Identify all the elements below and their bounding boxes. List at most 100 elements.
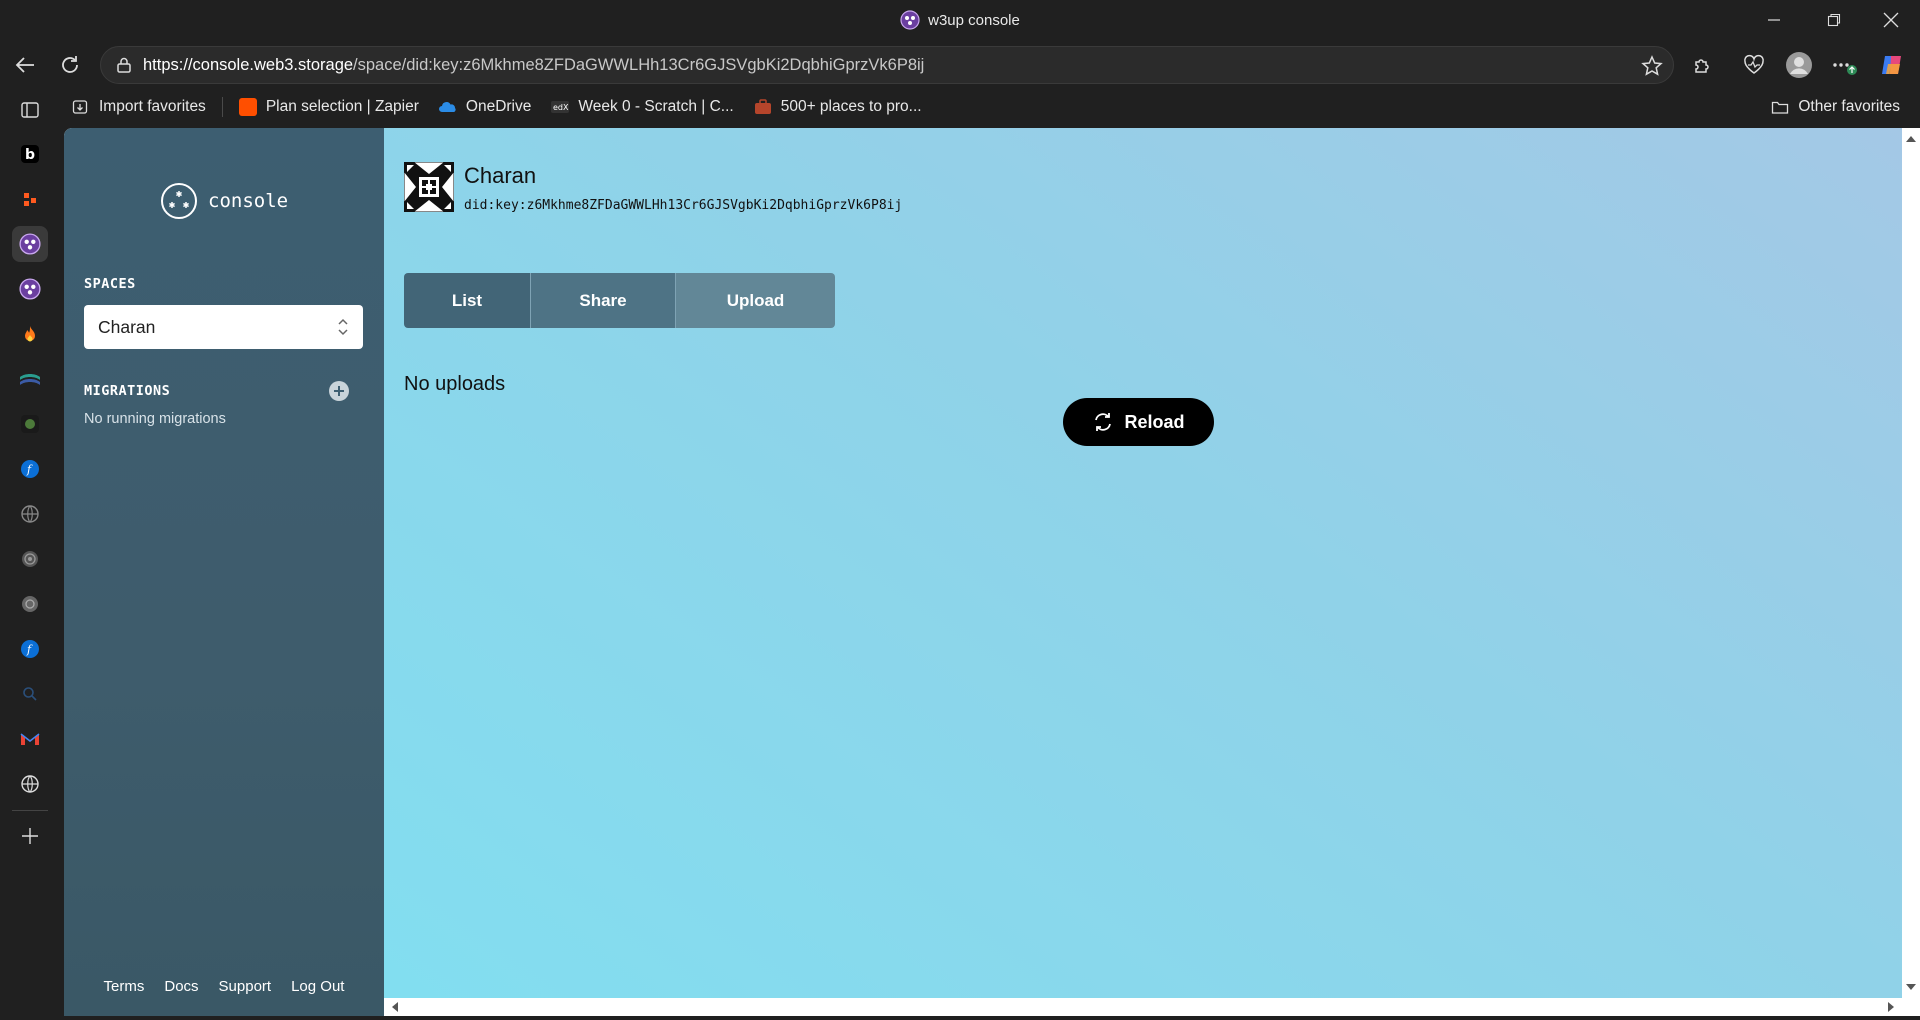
main-content: Charan did:key:z6Mkhme8ZFDaGWWLHh13Cr6GJ… [384, 128, 1920, 998]
sidebar-app-filecoin-2[interactable]: f [12, 631, 48, 667]
minimize-icon [1768, 19, 1780, 21]
sidebar-app-orange[interactable] [12, 181, 48, 217]
more-dots-icon [1833, 63, 1857, 75]
heart-pulse-icon [1744, 54, 1764, 74]
svg-text:b: b [25, 147, 35, 163]
globe-icon [21, 505, 39, 523]
horizontal-scrollbar[interactable] [384, 998, 1920, 1016]
vertical-scrollbar[interactable] [1902, 128, 1920, 998]
favorites-separator [221, 97, 223, 117]
page-viewport: console SPACES Charan MIGRATIONS No runn… [64, 128, 1920, 1016]
tab-list[interactable]: List [404, 273, 531, 328]
docs-link[interactable]: Docs [154, 978, 208, 995]
back-button[interactable] [7, 47, 43, 83]
favorite-label: Week 0 - Scratch | C... [578, 98, 734, 115]
terms-link[interactable]: Terms [94, 978, 155, 995]
close-window-button[interactable] [1868, 0, 1914, 40]
favorite-onedrive[interactable]: OneDrive [429, 92, 541, 122]
sidebar-app-bing[interactable]: b [12, 136, 48, 172]
filecoin-icon: f [21, 640, 39, 658]
refresh-icon [1095, 413, 1112, 431]
sidebar-app-compass[interactable] [12, 586, 48, 622]
sidebar-app-fire[interactable] [12, 316, 48, 352]
profile-button[interactable] [1781, 47, 1817, 83]
add-sidebar-app-button[interactable] [12, 818, 48, 854]
sidebar-app-filecoin[interactable]: f [12, 451, 48, 487]
scroll-down-arrow-icon[interactable] [1902, 978, 1920, 996]
compass-icon [22, 596, 38, 612]
tab-upload[interactable]: Upload [676, 273, 835, 328]
sidebar-footer: Terms Docs Support Log Out [64, 978, 384, 995]
reload-button[interactable]: Reload [1063, 398, 1214, 446]
svg-text:edX: edX [553, 103, 569, 112]
favorite-edx[interactable]: edX Week 0 - Scratch | C... [541, 92, 743, 122]
space-tabs: List Share Upload [404, 273, 835, 328]
scroll-right-arrow-icon[interactable] [1882, 998, 1900, 1016]
other-favorites[interactable]: Other favorites [1761, 92, 1910, 122]
scroll-left-arrow-icon[interactable] [386, 998, 404, 1016]
sidebar-app-search[interactable] [12, 676, 48, 712]
logout-link[interactable]: Log Out [281, 978, 354, 995]
sidebar-app-web[interactable] [12, 766, 48, 802]
extensions-button[interactable] [1685, 47, 1721, 83]
space-avatar [404, 162, 454, 212]
gmail-icon [20, 733, 40, 745]
refresh-button[interactable] [52, 47, 88, 83]
restore-icon [1827, 13, 1841, 27]
support-link[interactable]: Support [209, 978, 282, 995]
tabs-icon [21, 102, 39, 118]
scroll-up-arrow-icon[interactable] [1902, 130, 1920, 148]
other-favorites-label: Other favorites [1798, 98, 1900, 115]
target-icon [22, 551, 38, 567]
sidebar-app-waves[interactable] [12, 361, 48, 397]
zapier-icon [238, 98, 257, 116]
no-migrations-text: No running migrations [84, 411, 226, 427]
tab-share[interactable]: Share [531, 273, 676, 328]
empty-state-text: No uploads [404, 373, 506, 395]
lock-icon[interactable] [115, 56, 133, 74]
favorite-places[interactable]: 500+ places to pro... [744, 92, 932, 122]
url-text[interactable]: https://console.web3.storage/space/did:k… [143, 56, 924, 75]
tab-actions-button[interactable] [12, 92, 48, 128]
browser-sidebar: b f f [0, 92, 60, 1020]
refresh-icon [62, 56, 78, 73]
browser-essentials-button[interactable] [1736, 47, 1772, 83]
back-arrow-icon [15, 57, 34, 73]
url-bar[interactable]: https://console.web3.storage/space/did:k… [100, 46, 1674, 84]
sidebar-app-w3up[interactable] [12, 271, 48, 307]
space-selector[interactable]: Charan [84, 305, 363, 349]
w3up-app-icon [19, 278, 41, 300]
sidebar-app-globe[interactable] [12, 496, 48, 532]
waves-icon [20, 374, 40, 385]
plus-icon [22, 828, 38, 844]
favorite-import[interactable]: Import favorites [62, 92, 216, 122]
copilot-button[interactable] [1874, 47, 1910, 83]
settings-more-button[interactable] [1826, 47, 1862, 83]
window-titlebar: w3up console [0, 0, 1920, 40]
minimize-button[interactable] [1751, 0, 1797, 40]
address-bar-row: https://console.web3.storage/space/did:k… [0, 44, 1920, 86]
restore-button[interactable] [1811, 0, 1857, 40]
close-icon [1883, 12, 1899, 28]
reload-label: Reload [1124, 411, 1185, 432]
w3up-favicon-icon [900, 10, 920, 30]
url-path: /space/did:key:z6Mkhme8ZFDaGWWLHh13Cr6GJ… [353, 55, 925, 74]
sidebar-app-target[interactable] [12, 541, 48, 577]
favorite-star-icon[interactable] [1641, 55, 1663, 77]
b-logo-icon: b [21, 145, 39, 163]
app-sidebar: console SPACES Charan MIGRATIONS No runn… [64, 128, 384, 1016]
space-title: Charan [464, 163, 537, 188]
search-icon [23, 687, 37, 701]
spaces-heading: SPACES [84, 276, 136, 292]
puzzle-icon [1695, 59, 1709, 73]
sidebar-app-w3up-active[interactable] [12, 226, 48, 262]
favorites-bar: Import favorites Plan selection | Zapier… [62, 92, 1920, 122]
add-migration-button[interactable] [329, 381, 349, 401]
sidebar-separator [12, 810, 48, 811]
sidebar-app-green[interactable] [12, 406, 48, 442]
copilot-icon [1882, 56, 1901, 74]
console-logo[interactable]: console [160, 182, 288, 220]
chevron-up-down-icon [338, 318, 348, 336]
sidebar-app-gmail[interactable] [12, 721, 48, 757]
favorite-zapier[interactable]: Plan selection | Zapier [229, 92, 429, 122]
